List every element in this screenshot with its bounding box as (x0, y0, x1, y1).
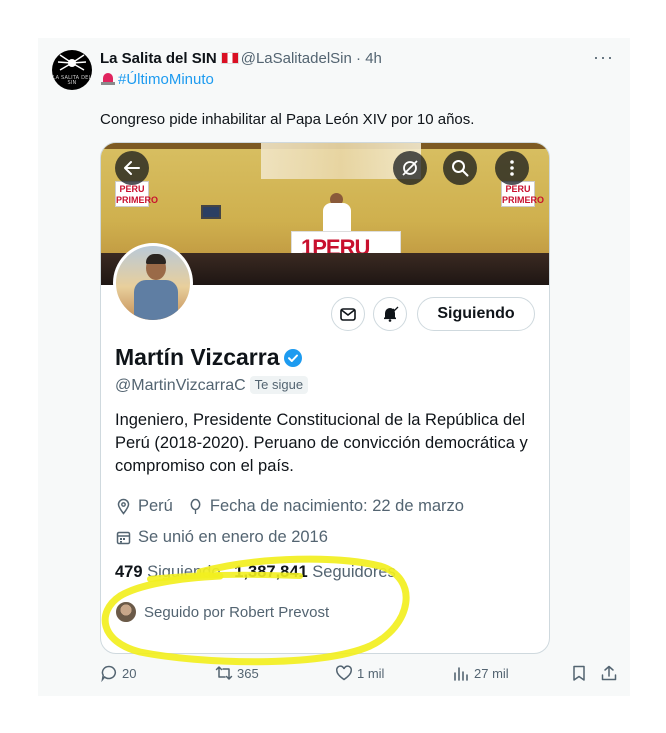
tweet-text: Congreso pide inhabilitar al Papa León X… (100, 111, 475, 128)
balloon-icon (190, 498, 201, 514)
hashtag-link[interactable]: #ÚltimoMinuto (118, 71, 214, 88)
profile-meta-row-2: Se unió en enero de 2016 (115, 526, 328, 548)
share-upload-icon (601, 665, 617, 681)
profile-avatar[interactable] (113, 243, 193, 323)
tweet[interactable]: LA SALITA DEL SIN La Salita del SIN @LaSa… (38, 38, 630, 696)
search-button[interactable] (443, 151, 477, 185)
more-menu-button[interactable] (495, 151, 529, 185)
arrow-left-icon (124, 161, 140, 175)
heart-icon (336, 665, 352, 681)
eye-slash-icon (402, 160, 418, 176)
reply-count: 20 (122, 665, 137, 681)
banner-tv (201, 205, 221, 219)
separator-dot: · (356, 50, 362, 67)
like-count: 1 mil (357, 665, 385, 681)
vertical-dots-icon (510, 160, 514, 176)
bell-check-icon (384, 306, 399, 322)
location-pin-icon (117, 498, 130, 515)
siren-icon (100, 72, 116, 86)
follower-avatar (115, 601, 137, 623)
profile-handle: @MartinVizcarraC (115, 377, 246, 394)
avatar-caption: LA SALITA DEL SIN (52, 75, 92, 86)
follow-counts: 479 Siguiendo 1,387,841 Seguidores (115, 561, 396, 583)
tweet-time[interactable]: 4h (365, 50, 382, 67)
profile-screenshot-card[interactable]: PERU PRIMERO PERU PRIMERO 1PERU Siguiend… (100, 142, 550, 654)
envelope-icon (340, 308, 356, 321)
profile-bio: Ingeniero, Presidente Constitucional de … (115, 411, 528, 475)
search-icon (452, 160, 469, 177)
follows-you-badge: Te sigue (249, 376, 309, 394)
reply-bubble-icon (101, 665, 117, 682)
following-link[interactable]: 479 Siguiendo (115, 563, 221, 581)
tweet-header: La Salita del SIN @LaSalitadelSin · 4h (100, 49, 382, 69)
like-button[interactable]: 1 mil (335, 664, 384, 682)
profile-name: Martín Vizcarra (115, 344, 280, 370)
followed-by-text: Seguido por Robert Prevost (144, 603, 330, 621)
bookmark-button[interactable] (570, 664, 592, 682)
profile-birthday: Fecha de nacimiento: 22 de marzo (209, 497, 464, 515)
retweet-button[interactable]: 365 (215, 664, 259, 682)
profile-handle-row: @MartinVizcarraC Te sigue (115, 376, 309, 396)
retweet-icon (215, 666, 233, 680)
profile-meta-row-1: Perú Fecha de nacimiento: 22 de marzo (115, 495, 464, 517)
profile-location: Perú (138, 497, 173, 515)
profile-name-row: Martín Vizcarra (115, 343, 303, 371)
verified-badge-icon (284, 349, 303, 367)
following-count: 479 (115, 563, 143, 581)
calendar-icon (116, 531, 131, 544)
followers-label: Seguidores (312, 563, 396, 581)
hide-button[interactable] (393, 151, 427, 185)
author-handle[interactable]: @LaSalitadelSin (241, 50, 352, 67)
more-options-button[interactable]: ··· (593, 48, 614, 66)
author-name[interactable]: La Salita del SIN (100, 50, 217, 67)
views-count: 27 mil (474, 665, 509, 681)
retweet-count: 365 (237, 665, 259, 681)
back-button[interactable] (115, 151, 149, 185)
followers-link[interactable]: 1,387,841 Seguidores (234, 563, 395, 581)
notifications-button[interactable] (373, 297, 407, 331)
views-button[interactable]: 27 mil (452, 664, 509, 682)
peru-flag-icon (220, 52, 239, 64)
banner-sign-right: PERU PRIMERO (501, 181, 544, 207)
tweet-actions-bar: 20 365 1 mil 27 mil (100, 664, 660, 688)
following-label: Siguiendo (147, 563, 221, 581)
reply-button[interactable]: 20 (100, 664, 136, 682)
banner-speaker (323, 203, 351, 233)
profile-joined: Se unió en enero de 2016 (138, 528, 328, 546)
following-button[interactable]: Siguiendo (417, 297, 535, 331)
share-button[interactable] (600, 664, 622, 682)
author-avatar[interactable]: LA SALITA DEL SIN (52, 50, 92, 90)
followed-by-row[interactable]: Seguido por Robert Prevost (115, 601, 329, 623)
tweet-hashtag-line: #ÚltimoMinuto (100, 70, 214, 90)
followers-count: 1,387,841 (234, 563, 308, 581)
message-button[interactable] (331, 297, 365, 331)
bar-chart-icon (454, 667, 468, 681)
bookmark-icon (573, 665, 585, 681)
